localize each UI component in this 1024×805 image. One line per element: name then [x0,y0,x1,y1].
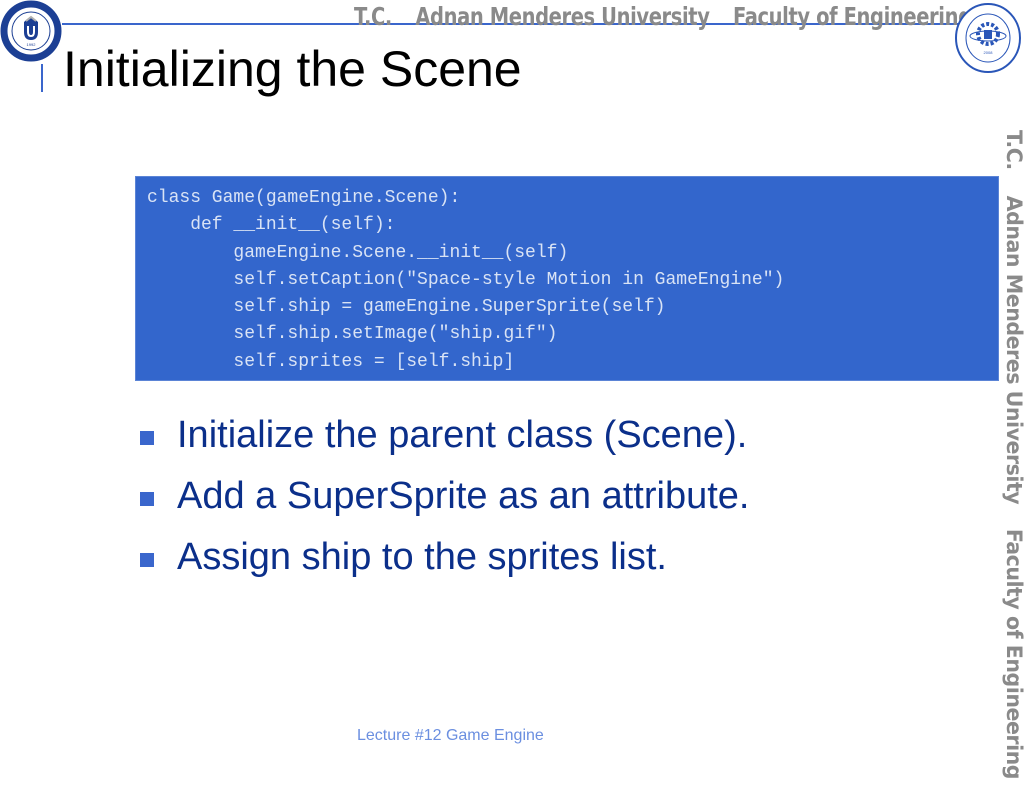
university-seal-logo: 1992 [0,0,62,62]
seal-year: 1992 [27,42,37,47]
title-accent-bar [41,64,43,92]
bullet-item: Assign ship to the sprites list. [140,527,749,588]
side-banner-tc: T.C. [1002,130,1024,170]
engineering-faculty-logo: 2008 [954,2,1022,74]
code-line: def __init__(self): [147,215,396,236]
engineering-faculty-seal-icon: 2008 [955,3,1021,73]
university-seal-icon: 1992 [0,0,62,62]
code-line: self.ship.setImage("ship.gif") [147,324,558,345]
code-line: self.setCaption("Space-style Motion in G… [147,269,785,290]
code-block: class Game(gameEngine.Scene): def __init… [136,177,998,380]
bullet-item: Initialize the parent class (Scene). [140,405,749,466]
slide-title: Initializing the Scene [63,41,522,97]
header-banner-university: Adnan Menderes University [415,2,710,31]
square-bullet-icon [140,491,154,506]
code-line: gameEngine.Scene.__init__(self) [147,242,569,263]
bullet-item: Add a SuperSprite as an attribute. [140,466,749,527]
code-line: self.ship = gameEngine.SuperSprite(self) [147,297,666,318]
header-banner-tc: T.C. [354,2,392,31]
bullet-text: Add a SuperSprite as an attribute. [177,475,750,517]
bullet-text: Initialize the parent class (Scene). [177,414,748,456]
bullet-text: Assign ship to the sprites list. [177,536,667,578]
square-bullet-icon [140,430,154,445]
slide-footer: Lecture #12 Game Engine [357,727,544,744]
seal-year: 2008 [984,50,994,55]
side-banner: T.C. Adnan Menderes University Faculty of … [1002,130,1024,805]
side-banner-faculty: Faculty of Engineering [1002,529,1024,780]
square-bullet-icon [140,552,154,567]
header-banner: T.C. Adnan Menderes University Faculty of … [354,2,995,42]
side-banner-university: Adnan Menderes University [1002,195,1024,504]
code-line: self.sprites = [self.ship] [147,351,515,372]
code-listing: class Game(gameEngine.Scene): def __init… [136,177,998,376]
bullet-list: Initialize the parent class (Scene). Add… [140,405,749,588]
header-banner-faculty: Faculty of Engineering [732,2,972,31]
code-line: class Game(gameEngine.Scene): [147,188,461,208]
